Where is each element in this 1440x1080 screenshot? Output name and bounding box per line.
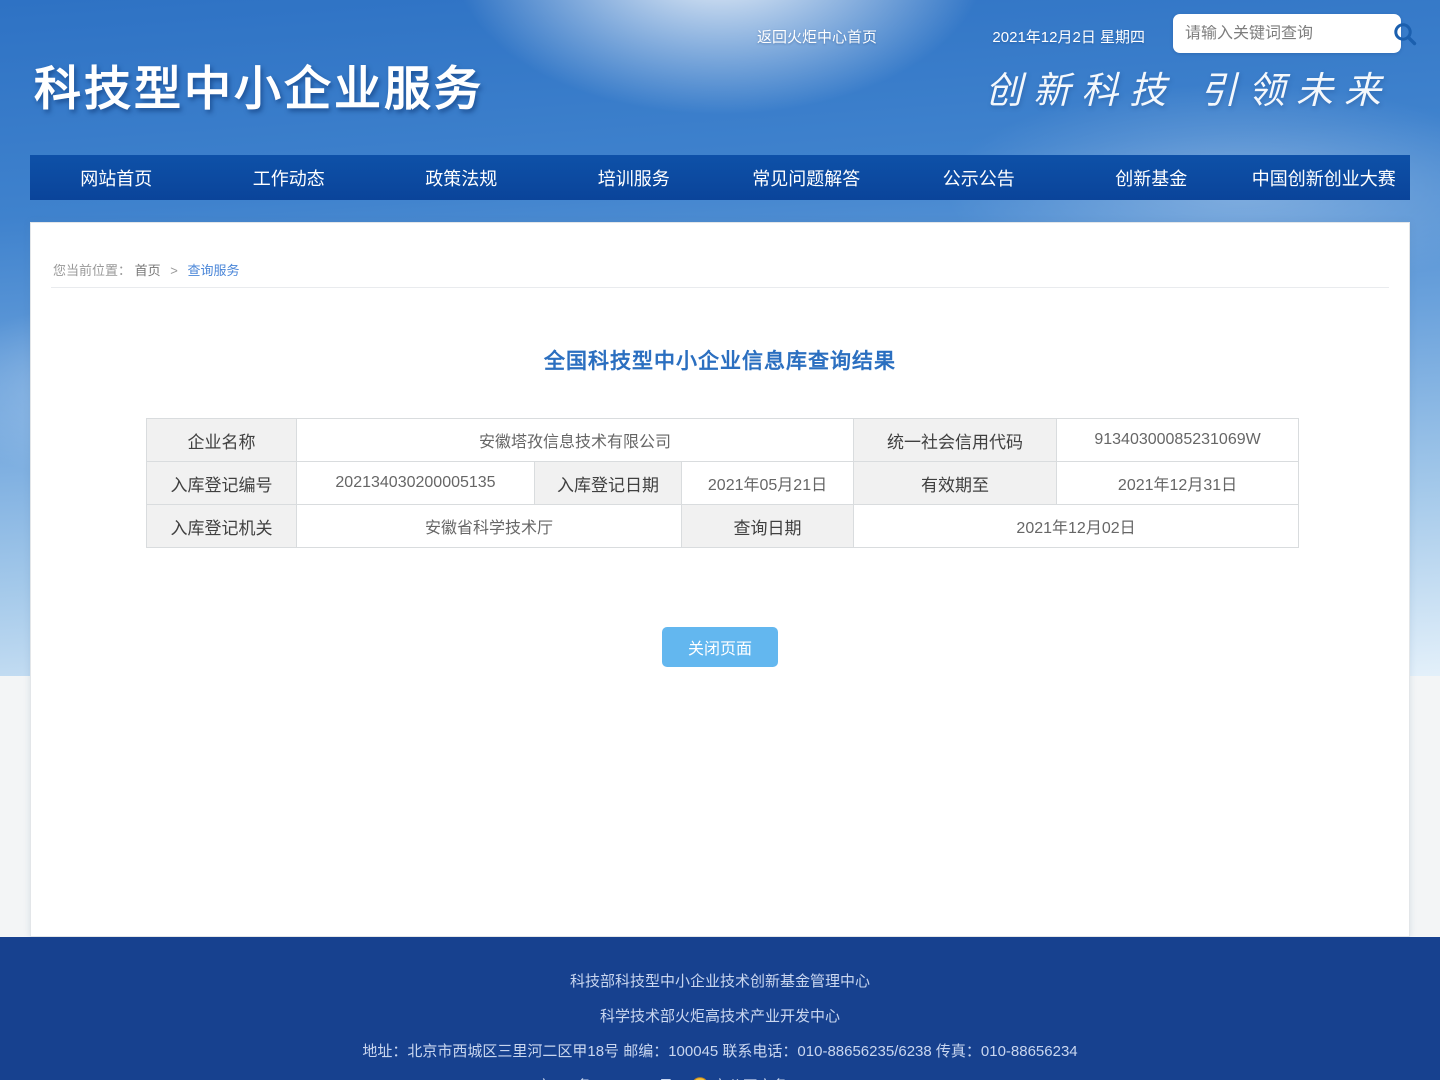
- query-date-label: 查询日期: [682, 505, 854, 548]
- breadcrumb: 您当前位置： 首页 > 查询服务: [53, 260, 240, 279]
- credit-code-label: 统一社会信用代码: [854, 419, 1057, 462]
- table-row: 企业名称 安徽塔孜信息技术有限公司 统一社会信用代码 9134030008523…: [147, 419, 1299, 462]
- site-slogan: 创新科技 引领未来: [985, 60, 1392, 114]
- nav-item-policies[interactable]: 政策法规: [375, 155, 548, 200]
- nav-item-innovation-fund[interactable]: 创新基金: [1065, 155, 1238, 200]
- page-title: 全国科技型中小企业信息库查询结果: [31, 345, 1409, 375]
- footer-org-line-2: 科学技术部火炬高技术产业开发中心: [600, 1005, 840, 1026]
- police-record-number[interactable]: 京公网安备11010202007048: [713, 1075, 904, 1080]
- footer-org-line-1: 科技部科技型中小企业技术创新基金管理中心: [570, 970, 870, 991]
- query-result-table: 企业名称 安徽塔孜信息技术有限公司 统一社会信用代码 9134030008523…: [146, 418, 1299, 548]
- current-date: 2021年12月2日 星期四: [992, 26, 1145, 47]
- credit-code-value: 91340300085231069W: [1057, 419, 1299, 462]
- breadcrumb-separator: >: [170, 263, 178, 278]
- icp-number[interactable]: 京ICP备13019302号-1: [537, 1075, 687, 1080]
- site-logo: 科技型中小企业服务: [34, 50, 484, 119]
- registration-date-value: 2021年05月21日: [682, 462, 854, 505]
- top-bar: 返回火炬中心首页 2021年12月2日 星期四: [0, 14, 1440, 54]
- close-page-button[interactable]: 关闭页面: [662, 627, 778, 667]
- company-name-value: 安徽塔孜信息技术有限公司: [297, 419, 854, 462]
- registration-date-label: 入库登记日期: [535, 462, 682, 505]
- police-badge-icon: [691, 1077, 709, 1080]
- breadcrumb-prefix: 您当前位置：: [53, 263, 131, 278]
- nav-item-training[interactable]: 培训服务: [548, 155, 721, 200]
- registration-number-value: 202134030200005135: [297, 462, 535, 505]
- breadcrumb-divider: [51, 287, 1389, 288]
- nav-item-innovation-contest[interactable]: 中国创新创业大赛: [1238, 155, 1411, 200]
- search-icon[interactable]: [1392, 20, 1418, 48]
- table-row: 入库登记编号 202134030200005135 入库登记日期 2021年05…: [147, 462, 1299, 505]
- query-date-value: 2021年12月02日: [854, 505, 1299, 548]
- footer-beian-line: 京ICP备13019302号-1 京公网安备11010202007048: [537, 1075, 904, 1080]
- company-name-label: 企业名称: [147, 419, 297, 462]
- page: 返回火炬中心首页 2021年12月2日 星期四 科技型中小企业服务 创新科技 引…: [0, 0, 1440, 1080]
- breadcrumb-home-link[interactable]: 首页: [135, 263, 161, 278]
- breadcrumb-current-link[interactable]: 查询服务: [188, 263, 240, 278]
- content-panel: 您当前位置： 首页 > 查询服务 全国科技型中小企业信息库查询结果 企业名称 安…: [30, 222, 1410, 937]
- search-input[interactable]: [1185, 25, 1392, 43]
- footer-address-line: 地址：北京市西城区三里河二区甲18号 邮编：100045 联系电话：010-88…: [362, 1040, 1077, 1061]
- nav-item-faq[interactable]: 常见问题解答: [720, 155, 893, 200]
- search-box: [1173, 14, 1401, 53]
- valid-until-label: 有效期至: [854, 462, 1057, 505]
- registration-authority-value: 安徽省科学技术厅: [297, 505, 682, 548]
- registration-authority-label: 入库登记机关: [147, 505, 297, 548]
- torch-center-home-link[interactable]: 返回火炬中心首页: [757, 26, 877, 47]
- nav-item-home[interactable]: 网站首页: [30, 155, 203, 200]
- valid-until-value: 2021年12月31日: [1057, 462, 1299, 505]
- nav-item-work-news[interactable]: 工作动态: [203, 155, 376, 200]
- footer: 科技部科技型中小企业技术创新基金管理中心 科学技术部火炬高技术产业开发中心 地址…: [0, 937, 1440, 1080]
- table-row: 入库登记机关 安徽省科学技术厅 查询日期 2021年12月02日: [147, 505, 1299, 548]
- registration-number-label: 入库登记编号: [147, 462, 297, 505]
- nav-item-announcements[interactable]: 公示公告: [893, 155, 1066, 200]
- main-nav: 网站首页 工作动态 政策法规 培训服务 常见问题解答 公示公告 创新基金 中国创…: [30, 155, 1410, 200]
